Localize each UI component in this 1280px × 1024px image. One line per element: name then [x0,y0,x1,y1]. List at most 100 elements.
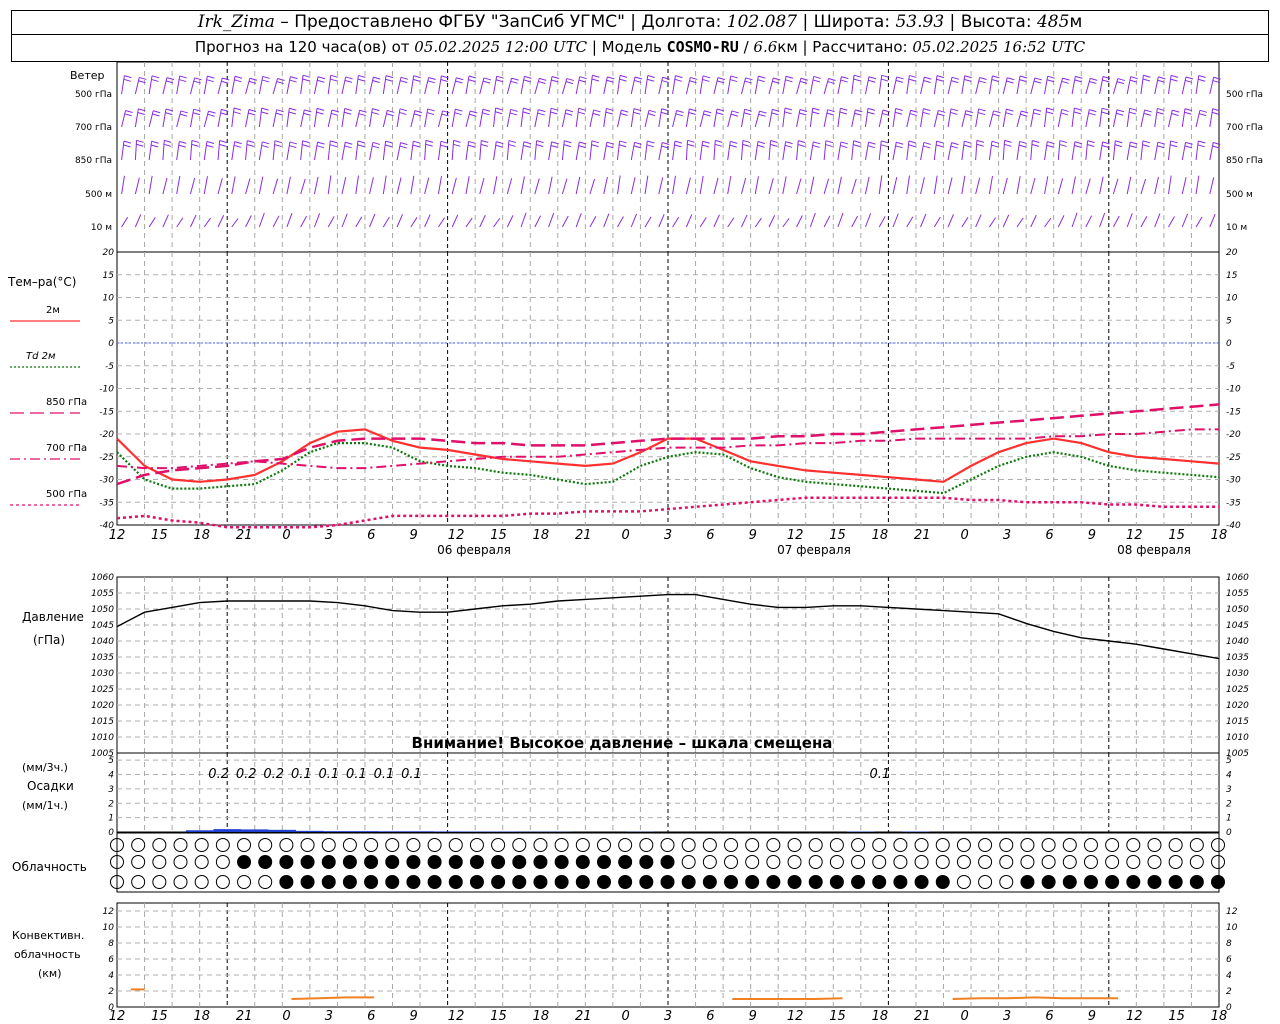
wind-barb [162,140,165,161]
hour-label-bottom: 0 [621,1009,629,1024]
pres-ytick-left: 1030 [91,669,114,679]
wind-barb [782,176,787,195]
cloud-cover-symbol [935,838,950,852]
wind-barb-flag [509,112,518,116]
wind-barb [616,75,621,95]
hour-label-top: 21 [914,528,931,543]
wind-barb-flag [936,144,944,148]
wind-barb-flag [358,74,366,78]
wind-barb [176,110,182,128]
cloud-cover-symbol [152,838,167,852]
conv-cloud-segment [732,997,843,1000]
wind-barb-flag [233,144,242,148]
wind-barb-flag [964,78,972,82]
wind-barb-flag [854,112,862,116]
wind-barb-flag [345,76,353,80]
wind-barb [1195,216,1203,228]
wind-barb [892,76,898,95]
cloud-cover-symbol [1168,838,1183,852]
wind-barb-flag [194,77,202,81]
wind-barb [617,216,624,228]
wind-barb [396,77,402,95]
wind-barb-flag [1157,107,1165,111]
precip-bar [351,831,379,832]
wind-barb [1030,109,1035,128]
wind-barb-flag [385,144,393,148]
hour-label-top: 0 [621,528,629,543]
wind-barb-flag [454,112,462,116]
cloud-cover-symbol [300,875,315,889]
cloud-cover-symbol [787,855,802,869]
wind-barb-flag [908,140,917,144]
cloud-cover-symbol [978,838,993,852]
wind-barb [1057,178,1064,195]
wind-barb-flag [345,141,353,145]
wind-barb-flag [508,143,516,147]
wind-barb [851,140,855,161]
wind-barb-flag [606,107,614,111]
wind-barb [313,108,318,128]
wind-barb-flag [1115,140,1123,144]
wind-barb [1016,217,1024,228]
wind-barb [382,75,387,95]
cloud-cover-symbol [681,855,696,869]
wind-barb [548,108,552,128]
wind-barb [121,175,125,195]
wind-barb [947,214,954,228]
hour-label-top: 0 [961,528,969,543]
legend-label: 700 гПа [46,443,87,454]
wind-barb-flag [1046,144,1054,148]
cloud-cover-symbol [724,855,739,869]
cloud-cover-symbol [808,838,823,852]
wind-barb [782,76,787,95]
wind-barb-flag [480,143,489,147]
wind-barb [1209,108,1214,128]
wind-barb [851,109,856,128]
wind-barb [1195,140,1199,161]
cloud-cover-symbol [1147,875,1162,889]
wind-barb-flag [840,107,848,111]
wind-barb [589,75,593,95]
wind-barb-flag [537,112,545,116]
wind-barb [920,77,925,95]
wind-barb [1016,75,1021,95]
wind-barb [300,140,304,161]
wind-barb [796,140,799,161]
wind-barb-flag [687,139,695,143]
wind-barb-flag [523,107,531,111]
wind-barb [1030,178,1036,195]
wind-barb [217,215,225,228]
wind-barb-flag [1075,75,1083,79]
wind-barb [644,175,649,195]
wind-barb-flag [495,107,503,111]
wind-barb-flag [758,113,766,117]
cloud-cover-symbol [893,838,908,852]
wind-barb [1154,108,1158,128]
wind-barb-flag [139,76,147,80]
wind-barb [864,108,869,128]
wind-barb-flag [563,144,572,148]
wind-barb [727,176,732,195]
wind-barb [768,215,776,228]
wind-barb-flag [1090,77,1098,81]
wind-level-label-left: 850 гПа [75,156,112,166]
wind-barb-flag [1007,77,1015,81]
wind-barb-flag [564,140,572,144]
wind-barb [1140,75,1144,95]
wind-barb [1044,107,1048,128]
wind-barb-flag [165,112,173,116]
wind-barb-flag [992,75,1000,79]
wind-barb [465,217,473,228]
wind-barb-flag [578,107,586,111]
cloud-cover-symbol [935,875,950,889]
cloud-cover-symbol [215,855,230,869]
wind-barb-flag [539,77,547,81]
wind-barb [561,78,568,95]
wind-barb-flag [730,113,739,117]
wind-barb [672,110,678,128]
precip-amount: 0.2 [208,767,229,782]
wind-barb-flag [508,140,517,144]
wind-barb-flag [330,74,338,78]
wind-barb [382,110,388,128]
cloud-cover-symbol [596,875,611,889]
